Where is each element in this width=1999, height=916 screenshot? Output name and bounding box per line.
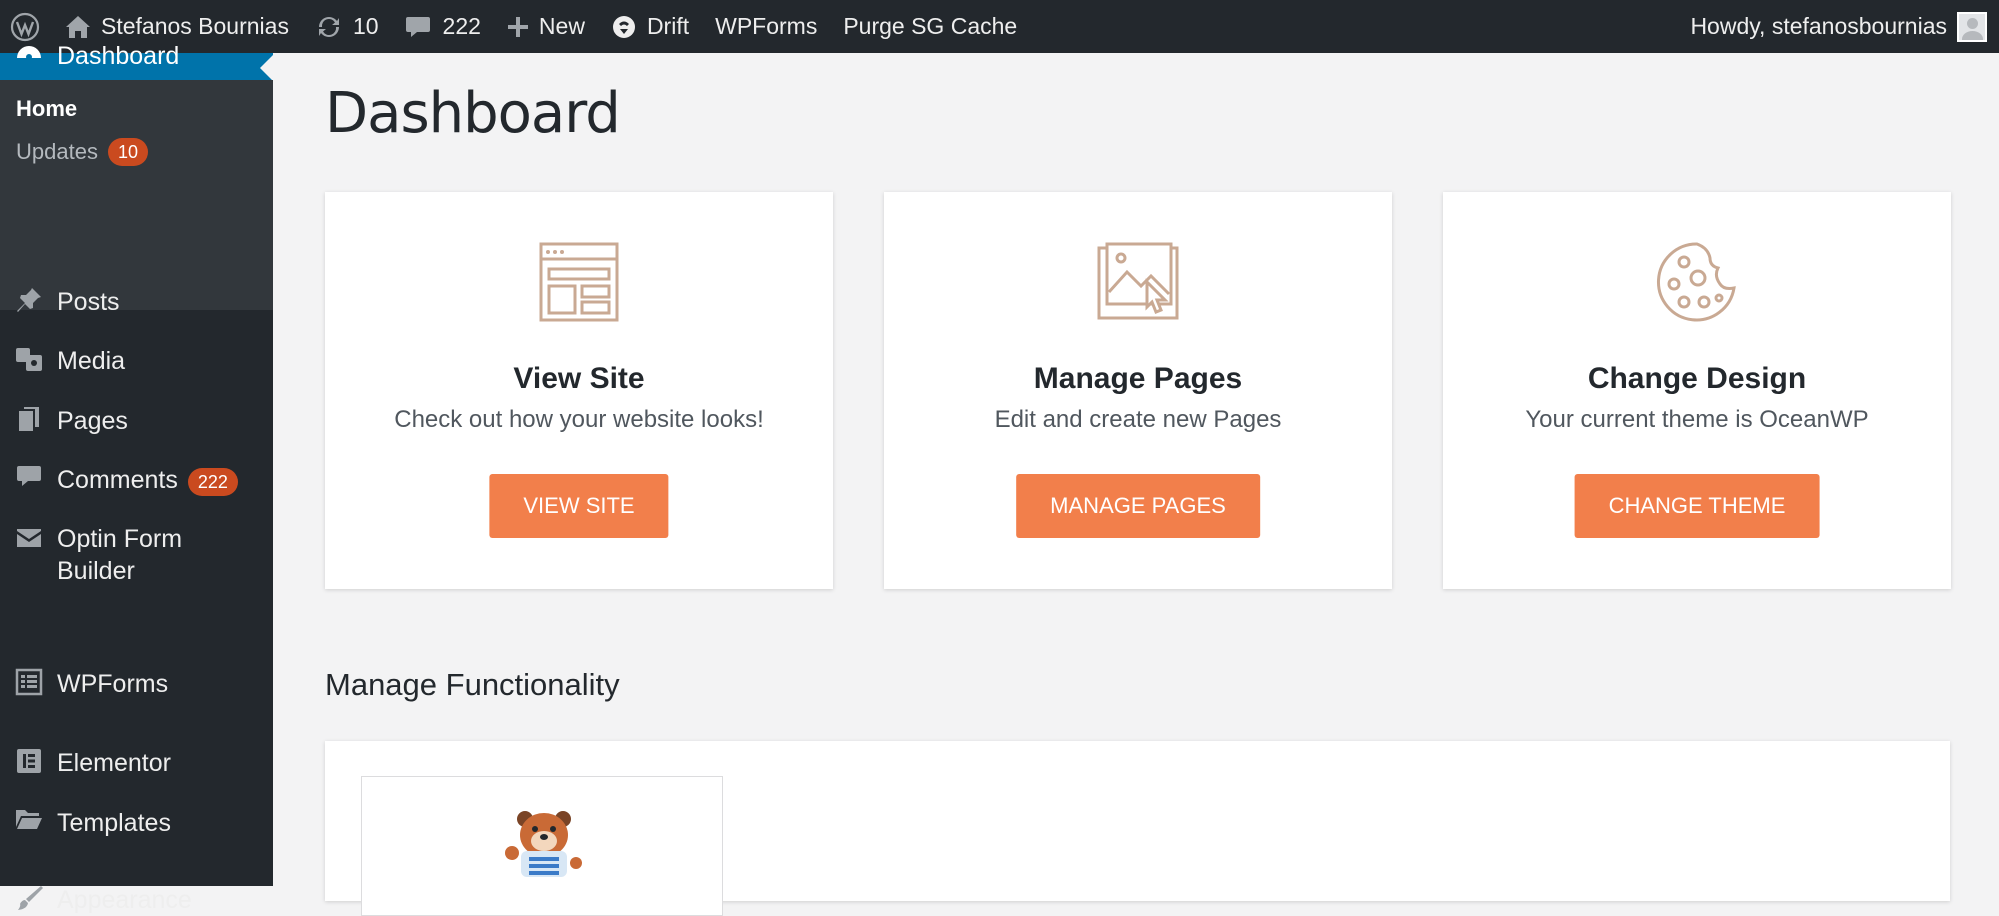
card-title: Manage Pages bbox=[1033, 362, 1243, 395]
dashboard-icon bbox=[0, 43, 57, 71]
media-icon bbox=[0, 345, 57, 373]
comments-link[interactable]: 222 bbox=[392, 0, 494, 53]
menu-item-dashboard[interactable]: Dashboard bbox=[0, 42, 273, 81]
menu-item-elementor[interactable]: Elementor bbox=[0, 747, 273, 779]
drift-link[interactable]: Drift bbox=[598, 0, 702, 53]
card-description: Check out how your website looks! bbox=[394, 406, 764, 433]
comments-badge: 222 bbox=[187, 468, 238, 496]
comment-icon bbox=[0, 464, 57, 490]
view-site-button[interactable]: VIEW SITE bbox=[489, 474, 669, 538]
manage-pages-card: Manage Pages Edit and create new Pages M… bbox=[884, 192, 1392, 589]
menu-item-optin-form-builder[interactable]: Optin Form Builder bbox=[0, 523, 273, 587]
pages-icon bbox=[0, 405, 57, 433]
wpforms-bear-logo-icon bbox=[505, 811, 582, 877]
palette-icon bbox=[1656, 242, 1736, 322]
my-account-link[interactable]: Howdy, stefanosbournias bbox=[1677, 0, 1987, 53]
folder-icon bbox=[0, 807, 57, 831]
admin-sidebar: Dashboard Home Updates 10 Posts Media Pa… bbox=[0, 42, 273, 914]
submenu-home[interactable]: Home bbox=[16, 96, 77, 122]
main-content: Dashboard View Site Check out how your w… bbox=[273, 53, 1999, 916]
menu-item-posts[interactable]: Posts bbox=[0, 286, 273, 318]
pin-icon bbox=[0, 286, 57, 314]
updates-badge: 10 bbox=[107, 138, 148, 166]
wpforms-link[interactable]: WPForms bbox=[702, 0, 830, 53]
menu-item-pages[interactable]: Pages bbox=[0, 405, 273, 437]
change-design-card: Change Design Your current theme is Ocea… bbox=[1443, 192, 1951, 589]
plus-icon bbox=[507, 16, 529, 38]
elementor-icon bbox=[0, 747, 57, 775]
menu-item-templates[interactable]: Templates bbox=[0, 807, 273, 839]
comment-icon bbox=[405, 15, 431, 39]
menu-item-comments[interactable]: Comments 222 bbox=[0, 464, 273, 496]
brush-icon bbox=[0, 884, 57, 912]
refresh-icon bbox=[315, 14, 343, 40]
dashboard-submenu: Home Updates 10 bbox=[0, 80, 273, 310]
card-title: Change Design bbox=[1587, 362, 1807, 395]
card-description: Your current theme is OceanWP bbox=[1525, 406, 1869, 433]
card-description: Edit and create new Pages bbox=[994, 406, 1282, 433]
new-content-link[interactable]: New bbox=[494, 0, 598, 53]
admin-bar: Stefanos Bournias 10 222 New Drift WPFor… bbox=[0, 0, 1999, 53]
manage-pages-button[interactable]: MANAGE PAGES bbox=[1016, 474, 1260, 538]
layout-icon bbox=[539, 242, 619, 322]
avatar bbox=[1957, 11, 1987, 42]
image-cursor-icon bbox=[1097, 242, 1179, 320]
page-title: Dashboard bbox=[325, 81, 621, 146]
home-icon bbox=[65, 15, 91, 39]
section-title: Manage Functionality bbox=[325, 667, 620, 702]
menu-item-appearance[interactable]: Appearance bbox=[0, 884, 273, 916]
card-title: View Site bbox=[513, 362, 645, 395]
drift-icon bbox=[611, 14, 637, 40]
wpforms-tile[interactable] bbox=[361, 776, 723, 916]
submenu-updates[interactable]: Updates 10 bbox=[16, 138, 148, 166]
current-menu-arrow bbox=[260, 55, 273, 81]
menu-item-media[interactable]: Media bbox=[0, 345, 273, 377]
purge-cache-link[interactable]: Purge SG Cache bbox=[830, 0, 1030, 53]
change-theme-button[interactable]: CHANGE THEME bbox=[1574, 474, 1820, 538]
view-site-card: View Site Check out how your website loo… bbox=[325, 192, 833, 589]
functionality-panel bbox=[325, 741, 1950, 916]
updates-link[interactable]: 10 bbox=[302, 0, 392, 53]
menu-item-wpforms[interactable]: WPForms bbox=[0, 668, 273, 700]
forms-icon bbox=[0, 668, 57, 696]
email-icon bbox=[0, 523, 57, 549]
